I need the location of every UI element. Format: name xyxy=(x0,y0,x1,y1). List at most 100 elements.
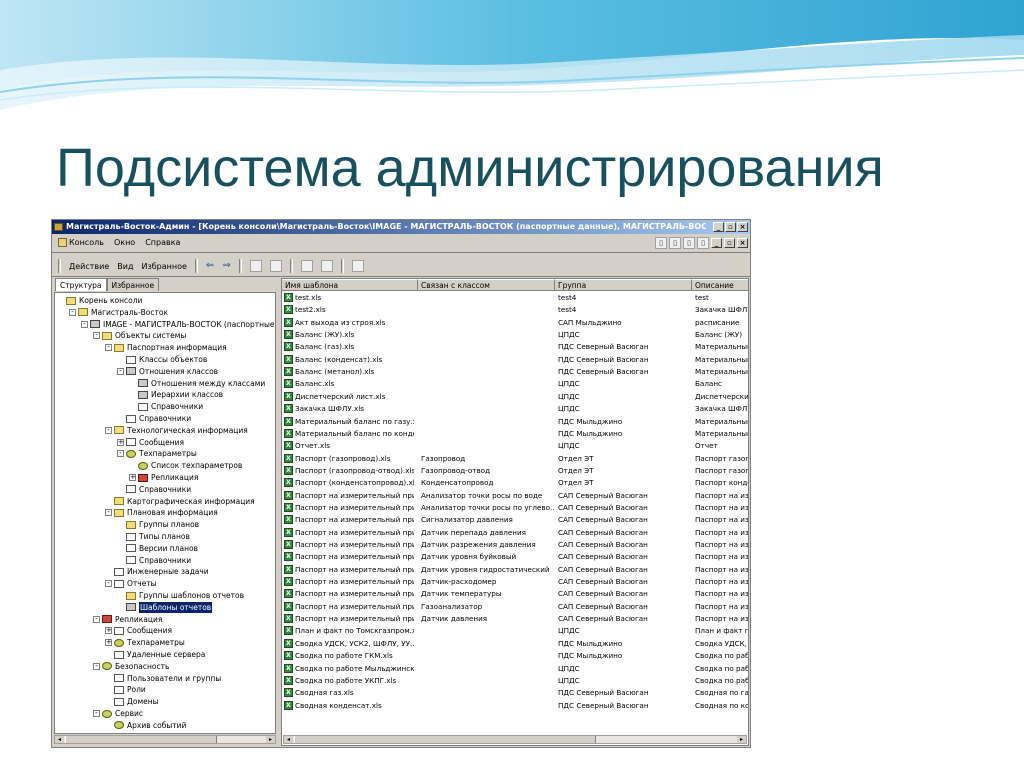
tree-item[interactable]: Иерархии классов xyxy=(129,389,223,400)
tree-item[interactable]: - IMAGE - МАГИСТРАЛЬ-ВОСТОК (паспортные д… xyxy=(81,319,275,330)
collapse-toggle-icon[interactable]: - xyxy=(117,367,124,375)
tree-item[interactable]: Справочники xyxy=(117,484,191,495)
window-titlebar[interactable]: Магистраль-Восток-Админ - [Корень консол… xyxy=(52,220,750,234)
menu-console[interactable]: Консоль xyxy=(58,238,104,247)
tree-item[interactable]: - Отчеты xyxy=(105,578,157,589)
help-icon[interactable] xyxy=(351,260,364,272)
tree-item[interactable]: + Сообщения xyxy=(117,437,184,448)
tree-item[interactable]: Картографическая информация xyxy=(105,496,255,507)
minimize-button[interactable]: _ xyxy=(713,222,724,232)
table-row[interactable]: X Баланс (газ).xls ПДС Северный Васюган Мат… xyxy=(282,341,748,353)
scroll-right-button[interactable]: ▸ xyxy=(266,736,275,743)
collapse-toggle-icon[interactable]: - xyxy=(105,509,112,517)
scroll-left-button[interactable]: ◂ xyxy=(55,736,64,743)
back-arrow-icon[interactable]: ⇐ xyxy=(206,261,214,271)
tree-item[interactable]: Домены xyxy=(105,696,159,707)
tab-structure[interactable]: Структура xyxy=(55,278,107,291)
expand-toggle-icon[interactable]: + xyxy=(129,474,136,481)
tree-item[interactable]: Группы шаблонов отчетов xyxy=(117,590,244,601)
forward-arrow-icon[interactable]: ⇒ xyxy=(222,261,230,271)
expand-toggle-icon[interactable]: + xyxy=(117,438,124,446)
tree-item[interactable]: Корень консоли xyxy=(57,295,142,306)
table-row[interactable]: X Баланс (конденсат).xls ПДС Северный Васю… xyxy=(282,354,748,366)
tree-item[interactable]: + Техпараметры xyxy=(105,637,185,648)
table-row[interactable]: X Паспорт (конденсатопровод).xls Конденсат… xyxy=(282,477,748,489)
table-row[interactable]: X Материальный баланс по конде... ПДС Мыль… xyxy=(282,428,748,440)
table-row[interactable]: XПаспорт на измерительный приб... Датчик-… xyxy=(282,576,748,588)
list-hscrollbar[interactable]: ◂ ▸ xyxy=(283,735,747,744)
table-row[interactable]: X Сводка по работе Мыльджинск... ЦПДС Сводк… xyxy=(282,663,748,675)
table-row[interactable]: X Сводная конденсат.xls ПДС Северный Васюг… xyxy=(282,700,748,712)
mdi-minimize-button[interactable]: _ xyxy=(711,238,722,248)
tree-item[interactable]: Типы планов xyxy=(117,531,190,542)
tree-item[interactable]: - Сервис xyxy=(93,708,143,719)
table-row[interactable]: XПаспорт на измерительный приб... Газоана… xyxy=(282,601,748,613)
collapse-toggle-icon[interactable]: - xyxy=(93,710,100,717)
properties-icon[interactable] xyxy=(320,260,333,272)
tree-item[interactable]: - Паспортная информация xyxy=(105,342,227,353)
new-icon[interactable]: ▯ xyxy=(655,237,667,249)
tree-item[interactable]: + Репликация xyxy=(129,472,198,483)
menu-favorites[interactable]: Избранное xyxy=(141,262,186,271)
menu-view[interactable]: Вид xyxy=(117,262,133,271)
tree-item[interactable]: Пользователи и группы xyxy=(105,673,221,684)
table-row[interactable]: XПаспорт на измерительный приб... Анализа… xyxy=(282,490,748,502)
collapse-toggle-icon[interactable]: - xyxy=(105,344,112,352)
table-row[interactable]: XПаспорт на измерительный приб... Датчик … xyxy=(282,588,748,600)
mdi-restore-button[interactable]: ▫ xyxy=(724,238,735,248)
console-tree[interactable]: Корень консоли - Магистраль-Восток - IMAGE -… xyxy=(54,292,276,734)
tree-item[interactable]: - Магистраль-Восток xyxy=(69,307,168,318)
tree-item[interactable]: - Техпараметры xyxy=(117,448,197,459)
tree-item[interactable]: - Отношения классов xyxy=(117,366,218,377)
collapse-toggle-icon[interactable]: - xyxy=(69,308,76,316)
up-level-icon[interactable] xyxy=(249,260,262,272)
tree-item[interactable]: Шаблоны отчетов xyxy=(117,601,213,613)
table-row[interactable]: X Сводка УДСК, УСК2, ШФЛУ, УУ... ПДС Мыльд… xyxy=(282,638,748,650)
scroll-thumb[interactable] xyxy=(65,736,217,743)
table-row[interactable]: X Сводка по работе УКПГ.xls ЦПДС Сводка по … xyxy=(282,675,748,687)
tree-item[interactable]: Инженерные задачи xyxy=(105,566,209,577)
tree-item[interactable]: Отношения между классами xyxy=(129,378,265,389)
new-window-icon[interactable]: ▯ xyxy=(697,237,709,249)
tree-item[interactable]: Роли xyxy=(105,684,146,695)
table-row[interactable]: X Баланс.xls ЦПДС Баланс xyxy=(282,378,748,390)
menu-action[interactable]: Действие xyxy=(69,262,109,271)
tree-item[interactable]: Справочники xyxy=(117,555,191,566)
tree-item[interactable]: Классы объектов xyxy=(117,354,207,365)
save-icon[interactable]: ▯ xyxy=(683,237,695,249)
table-row[interactable]: XПаспорт на измерительный приб... Сигнали… xyxy=(282,514,748,526)
tree-item[interactable]: Версии планов xyxy=(117,543,198,554)
tab-favorites[interactable]: Избранное xyxy=(106,278,160,291)
collapse-toggle-icon[interactable]: - xyxy=(105,580,112,588)
table-row[interactable]: XПаспорт на измерительный приб... Датчик … xyxy=(282,551,748,563)
table-row[interactable]: XПаспорт на измерительный приб... Датчик … xyxy=(282,539,748,551)
tree-item[interactable]: - Плановая информация xyxy=(105,507,218,518)
table-row[interactable]: XПаспорт на измерительный приб... Датчик … xyxy=(282,564,748,576)
maximize-button[interactable]: ▫ xyxy=(725,222,736,232)
table-row[interactable]: X Диспетчерский лист.xls ЦПДС Диспетчерский xyxy=(282,391,748,403)
tree-item[interactable]: Справочники xyxy=(129,401,203,412)
tree-item[interactable]: - Объекты системы xyxy=(93,330,186,341)
column-header[interactable]: Описание xyxy=(692,279,748,291)
collapse-toggle-icon[interactable]: - xyxy=(93,662,100,670)
tree-item[interactable]: - Безопасность xyxy=(93,661,169,672)
table-row[interactable]: X Отчет.xls ЦПДС Отчет xyxy=(282,440,748,452)
expand-toggle-icon[interactable]: + xyxy=(105,627,112,635)
table-row[interactable]: X Баланс (метанол).xls ПДС Северный Васюга… xyxy=(282,366,748,378)
show-tree-icon[interactable] xyxy=(269,260,282,272)
collapse-toggle-icon[interactable]: - xyxy=(117,450,124,458)
menu-help[interactable]: Справка xyxy=(145,238,180,247)
table-row[interactable]: X Сводная газ.xls ПДС Северный Васюган Свод… xyxy=(282,687,748,699)
collapse-toggle-icon[interactable]: - xyxy=(105,426,112,434)
scroll-left-button[interactable]: ◂ xyxy=(284,736,293,743)
tree-item[interactable]: - Технологическая информация xyxy=(105,425,248,436)
collapse-toggle-icon[interactable]: - xyxy=(93,332,100,340)
table-row[interactable]: X Паспорт (газопровод).xls Газопровод Отдел… xyxy=(282,453,748,465)
tree-item[interactable]: Справочники xyxy=(117,413,191,424)
table-row[interactable]: X Паспорт (газопровод-отвод).xls Газопрово… xyxy=(282,465,748,477)
scroll-right-button[interactable]: ▸ xyxy=(737,736,746,743)
table-row[interactable]: X Баланс (ЖУ).xls ЦПДС Баланс (ЖУ) xyxy=(282,329,748,341)
expand-toggle-icon[interactable]: + xyxy=(105,639,112,647)
close-button[interactable]: × xyxy=(737,222,748,232)
collapse-toggle-icon[interactable]: - xyxy=(81,320,88,328)
